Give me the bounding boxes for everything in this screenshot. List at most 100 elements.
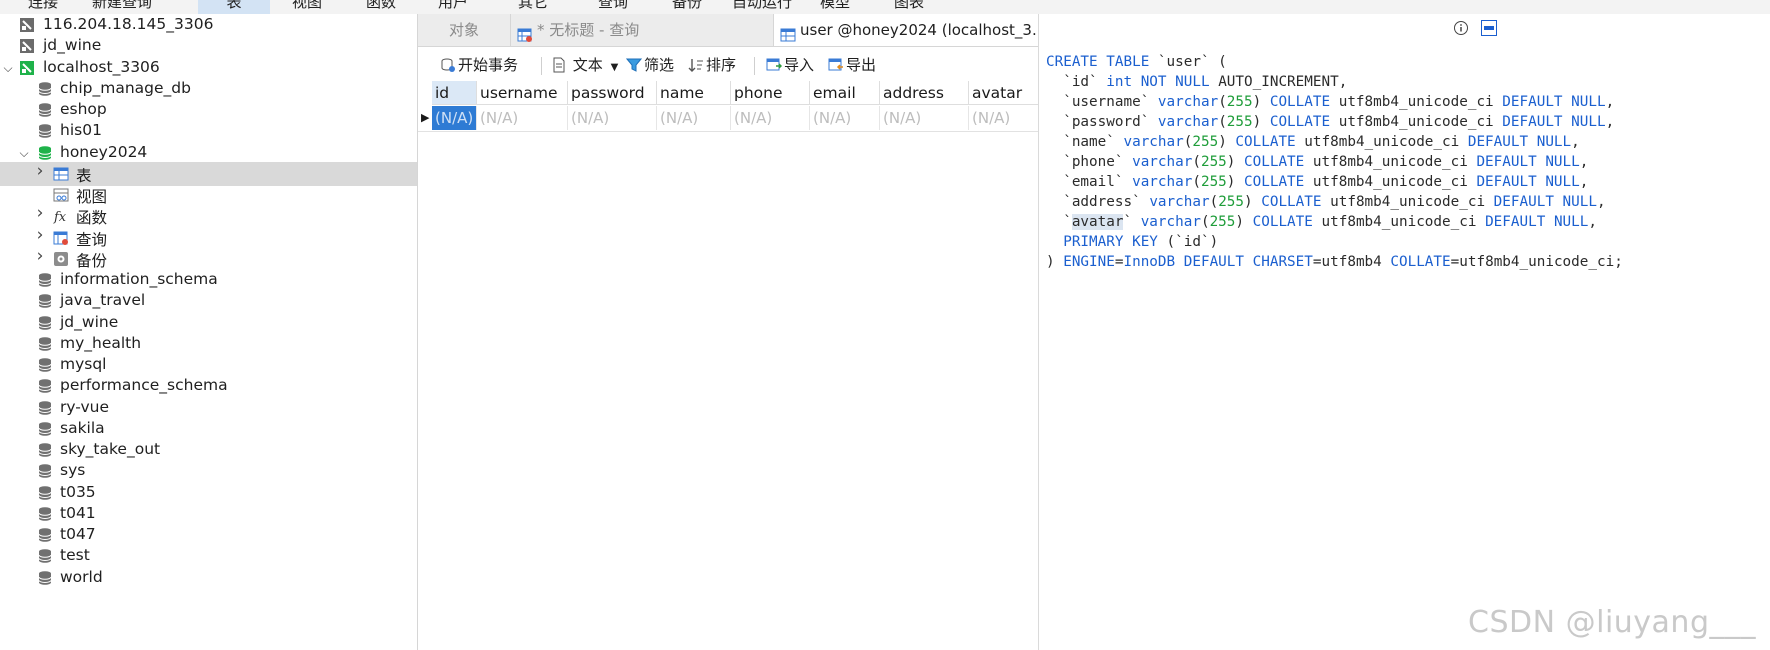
tab-user-table-label: user @honey2024 (localhost_3... <box>800 21 1047 39</box>
menu-table[interactable]: 表 <box>198 0 270 14</box>
grid-cell-avatar[interactable]: (N/A) <box>969 106 1038 130</box>
begin-transaction-label: 开始事务 <box>458 56 519 74</box>
tree-item-label: test <box>60 546 90 565</box>
info-icon[interactable] <box>1453 20 1469 40</box>
menu-query[interactable]: 查询 <box>598 0 628 12</box>
chevron-down-icon[interactable]: ⌵ <box>1 61 15 75</box>
grid-cell-phone[interactable]: (N/A) <box>731 106 810 130</box>
function-icon: fx <box>53 208 69 225</box>
column-header-username[interactable]: username <box>477 81 568 105</box>
export-button[interactable]: 导出 <box>828 54 876 76</box>
chevron-down-icon[interactable]: ⌵ <box>17 146 31 160</box>
code-line: `email` varchar(255) COLLATE utf8mb4_uni… <box>1046 174 1589 190</box>
view-icon <box>53 187 69 203</box>
column-header-address[interactable]: address <box>880 81 969 105</box>
code-line: `id` int NOT NULL AUTO_INCREMENT, <box>1046 74 1348 90</box>
menu-new-query[interactable]: 新建查询 <box>92 0 152 12</box>
tree-item-label: jd_wine <box>60 312 119 331</box>
current-row-arrow-icon: ▶ <box>421 111 430 124</box>
column-header-password[interactable]: password <box>568 81 657 105</box>
code-line: `password` varchar(255) COLLATE utf8mb4_… <box>1046 114 1615 130</box>
grid-cell-username[interactable]: (N/A) <box>477 106 568 130</box>
connection-active-icon <box>19 60 35 76</box>
tree-item-label: chip_manage_db <box>60 78 191 97</box>
text-button[interactable]: 文本 ▼ <box>552 54 618 76</box>
import-button[interactable]: 导入 <box>766 54 814 76</box>
database-icon <box>37 272 53 288</box>
sort-icon <box>688 59 703 72</box>
begin-transaction-button[interactable]: 开始事务 <box>440 54 518 76</box>
grid-cell-password[interactable]: (N/A) <box>568 106 657 130</box>
navigator-tree: 116.204.18.145_3306 jd_wine ⌵ localhost_330… <box>0 14 418 650</box>
tree-item-label: ry-vue <box>60 397 109 416</box>
watermark: CSDN @liuyang___ <box>1468 605 1756 640</box>
sort-button[interactable]: 排序 <box>688 54 736 76</box>
menu-function[interactable]: 函数 <box>366 0 396 12</box>
sort-label: 排序 <box>706 56 737 74</box>
code-line: `avatar` varchar(255) COLLATE utf8mb4_un… <box>1046 214 1597 230</box>
tab-untitled-query[interactable]: * 无标题 - 查询 <box>511 14 774 46</box>
funnel-icon <box>625 58 643 72</box>
table-icon <box>53 166 69 182</box>
ddl-panel: CREATE TABLE `user` ( `id` int NOT NULL … <box>1038 14 1770 650</box>
tab-untitled-query-label: * 无标题 - 查询 <box>537 21 640 39</box>
chevron-right-icon[interactable]: › <box>33 226 47 243</box>
menu-automation[interactable]: 自动运行 <box>732 0 792 12</box>
toolbar-divider <box>541 57 542 75</box>
code-line: `phone` varchar(255) COLLATE utf8mb4_uni… <box>1046 154 1589 170</box>
tree-item-label: java_travel <box>60 291 146 310</box>
column-header-name[interactable]: name <box>657 81 731 105</box>
connection-icon <box>19 17 35 33</box>
menu-connect[interactable]: 连接 <box>28 0 58 12</box>
export-icon <box>828 58 843 71</box>
chevron-right-icon[interactable]: › <box>33 247 47 264</box>
import-label: 导入 <box>784 56 815 74</box>
grid-cell-address[interactable]: (N/A) <box>880 106 969 130</box>
svg-text:fx: fx <box>53 210 67 224</box>
filter-button[interactable]: 筛选 <box>625 54 675 76</box>
grid-cell-id[interactable]: (N/A) <box>432 106 477 130</box>
menu-user[interactable]: 用户 <box>438 0 468 12</box>
database-icon <box>37 81 53 97</box>
transaction-icon <box>441 58 455 72</box>
tab-objects-label: 对象 <box>448 21 479 39</box>
database-icon <box>37 293 53 309</box>
column-header-phone[interactable]: phone <box>731 81 810 105</box>
menu-other[interactable]: 其它 <box>518 0 548 12</box>
tree-item-label: mysql <box>60 355 107 373</box>
tab-user-table[interactable]: user @honey2024 (localhost_3... <box>774 14 1046 46</box>
grid-cell-email[interactable]: (N/A) <box>810 106 880 130</box>
column-header-id[interactable]: id <box>432 81 477 105</box>
import-icon <box>766 58 783 71</box>
tree-item-label: sakila <box>60 418 105 437</box>
chevron-right-icon[interactable]: › <box>33 205 47 222</box>
database-icon <box>37 336 53 352</box>
chevron-right-icon[interactable]: › <box>33 162 47 179</box>
code-line: CREATE TABLE `user` ( <box>1046 54 1227 70</box>
tree-item-label: my_health <box>60 333 142 352</box>
menu-view[interactable]: 视图 <box>292 0 322 12</box>
ddl-code[interactable]: CREATE TABLE `user` ( `id` int NOT NULL … <box>1046 52 1623 272</box>
tree-item-label: jd_wine <box>43 36 102 55</box>
tree-item-label: localhost_3306 <box>43 57 160 76</box>
tab-objects[interactable]: 对象 <box>418 14 511 46</box>
column-header-email[interactable]: email <box>810 81 880 105</box>
database-icon <box>37 421 53 437</box>
menu-bar: 连接 新建查询 表 视图 函数 用户 其它 查询 备份 自动运行 模型 图表 <box>0 0 1770 15</box>
query-icon <box>517 22 533 54</box>
connection-icon <box>19 38 35 54</box>
tree-item-label: honey2024 <box>60 142 148 161</box>
ddl-icon[interactable] <box>1481 20 1497 40</box>
menu-backup[interactable]: 备份 <box>672 0 702 12</box>
document-icon <box>553 57 565 73</box>
filter-label: 筛选 <box>644 56 675 74</box>
tree-item[interactable]: world <box>0 566 417 590</box>
toolbar-divider <box>754 57 755 75</box>
menu-chart[interactable]: 图表 <box>894 0 924 12</box>
grid-cell-name[interactable]: (N/A) <box>657 106 731 130</box>
menu-model[interactable]: 模型 <box>820 0 850 12</box>
tree-item-label: information_schema <box>60 270 218 288</box>
tree-item-label: performance_schema <box>60 376 228 395</box>
column-header-avatar[interactable]: avatar <box>969 81 1038 105</box>
tree-item-label: sys <box>60 461 86 480</box>
